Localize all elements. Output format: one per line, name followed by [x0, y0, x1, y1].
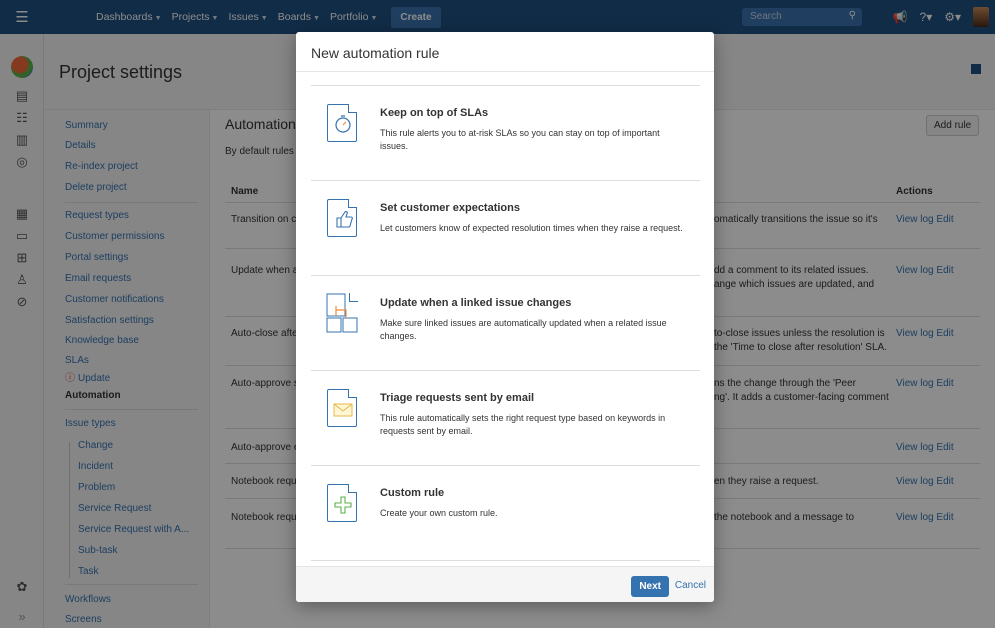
option-description: Make sure linked issues are automaticall…: [380, 318, 667, 341]
cancel-link[interactable]: Cancel: [675, 580, 706, 591]
new-automation-rule-dialog: New automation rule Keep on top of SLAs …: [296, 32, 714, 602]
stopwatch-icon: [327, 104, 357, 142]
option-title: Keep on top of SLAs: [380, 107, 489, 119]
option-title: Set customer expectations: [380, 202, 520, 214]
option-description: Create your own custom rule.: [380, 508, 498, 518]
envelope-icon: [327, 389, 357, 427]
linked-issues-icon: [326, 293, 358, 333]
next-button[interactable]: Next: [631, 576, 669, 597]
thumbs-up-icon: [327, 199, 357, 237]
option-description: This rule automatically sets the right r…: [380, 413, 666, 436]
option-triage-email-requests[interactable]: Triage requests sent by email This rule …: [311, 370, 700, 465]
option-custom-rule[interactable]: Custom rule Create your own custom rule.: [311, 465, 700, 560]
dialog-footer: Next Cancel: [296, 566, 714, 602]
dialog-body: Keep on top of SLAs This rule alerts you…: [296, 73, 714, 566]
option-description: Let customers know of expected resolutio…: [380, 223, 683, 233]
plus-icon: [327, 484, 357, 522]
option-title: Custom rule: [380, 487, 445, 499]
option-update-linked-issue[interactable]: Update when a linked issue changes Make …: [311, 275, 700, 370]
dialog-title: New automation rule: [296, 32, 714, 72]
option-title: Update when a linked issue changes: [380, 297, 572, 309]
option-set-customer-expectations[interactable]: Set customer expectations Let customers …: [311, 180, 700, 275]
option-title: Triage requests sent by email: [380, 392, 535, 404]
option-keep-on-top-of-slas[interactable]: Keep on top of SLAs This rule alerts you…: [311, 85, 700, 180]
option-description: This rule alerts you to at-risk SLAs so …: [380, 128, 660, 151]
option-list-end-divider: [311, 560, 700, 561]
